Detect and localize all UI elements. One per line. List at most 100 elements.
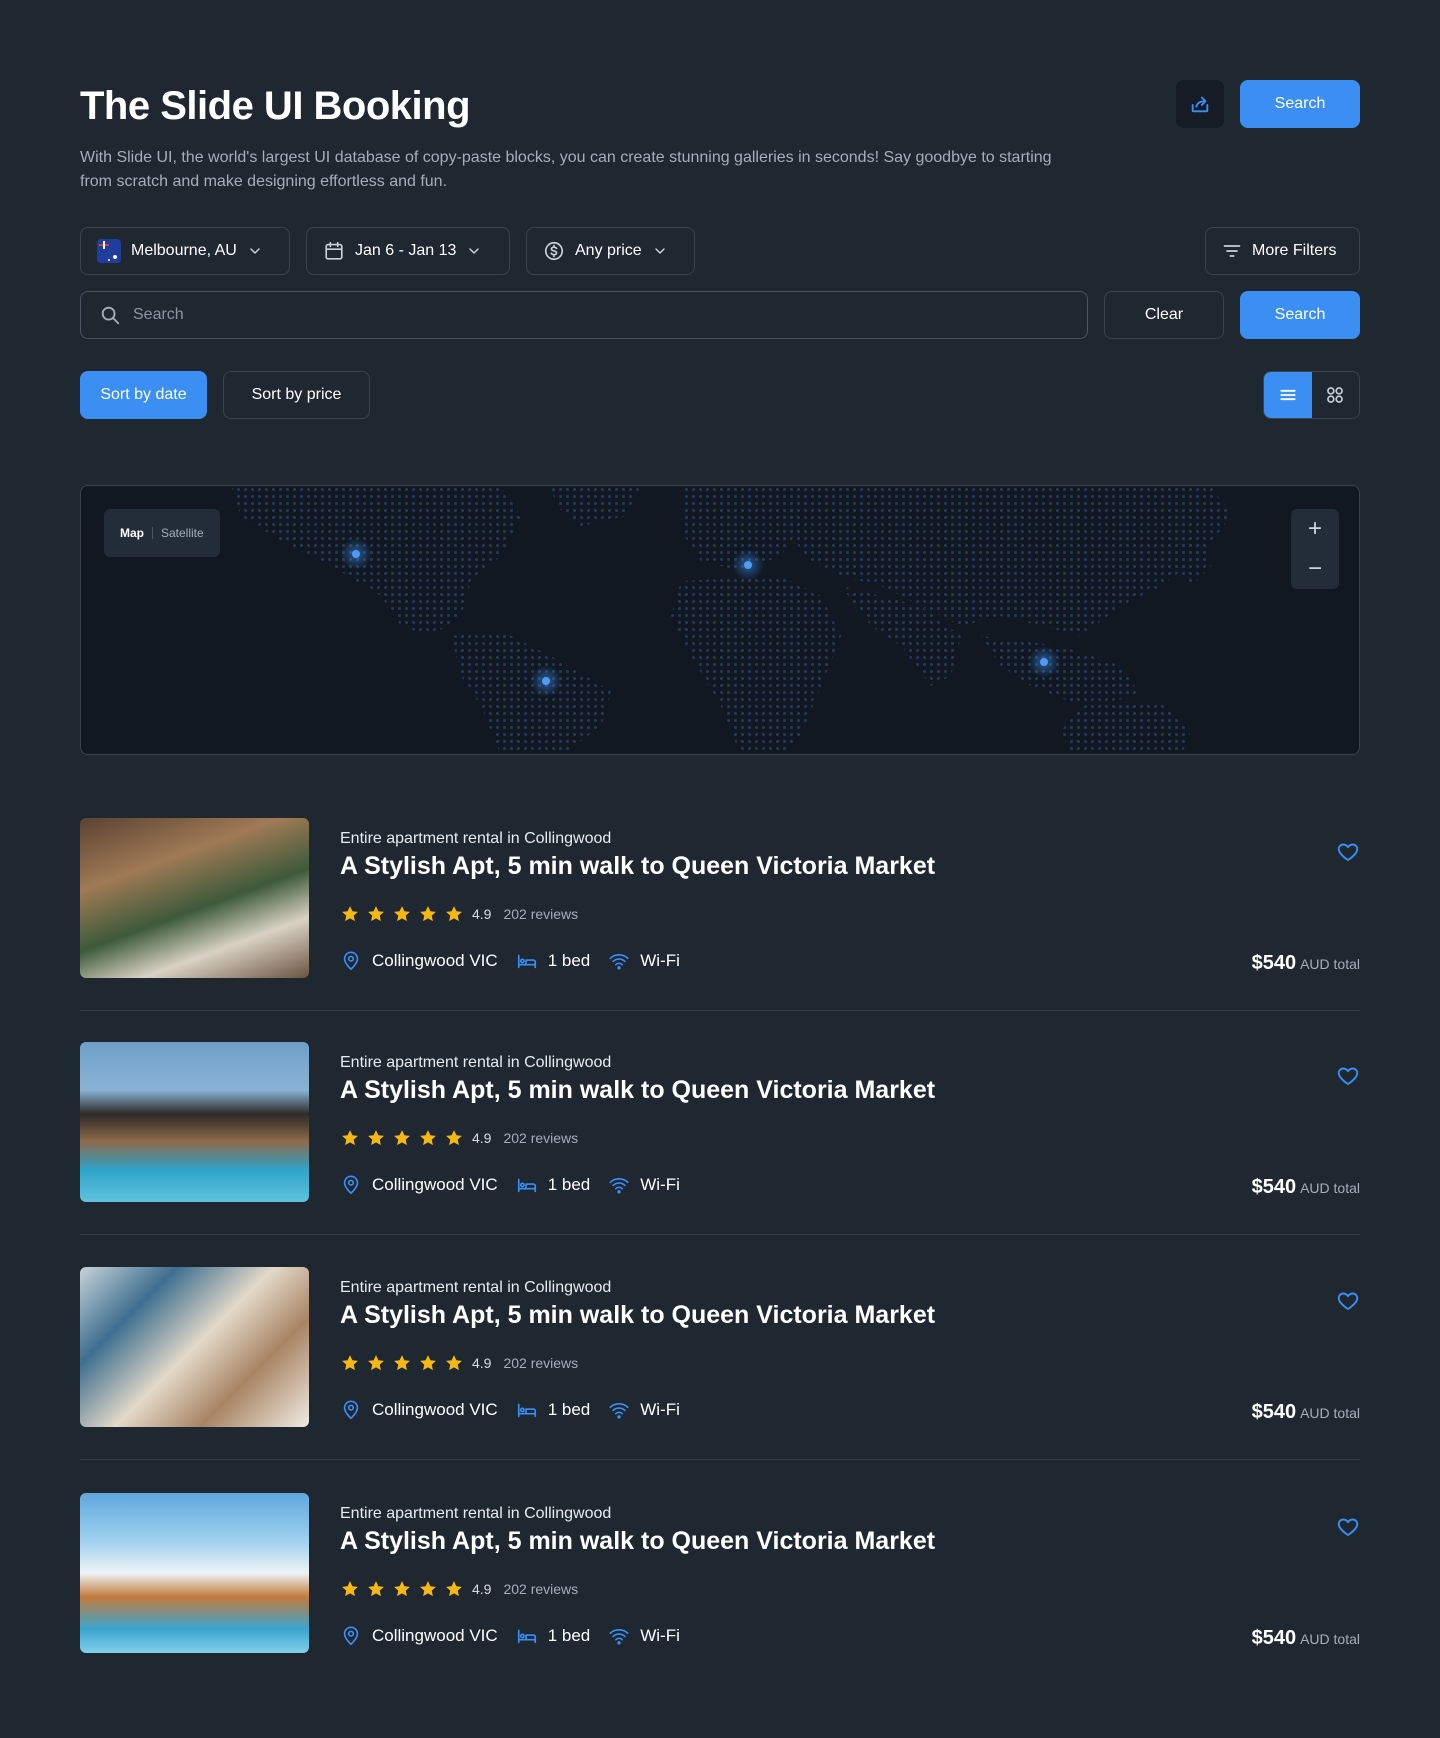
sort-by-date-button[interactable]: Sort by date <box>80 371 207 419</box>
world-dot-map <box>231 486 1231 754</box>
listing-card[interactable]: Entire apartment rental in Collingwood A… <box>80 1042 1360 1204</box>
chevron-down-icon <box>250 248 260 254</box>
grid-view-button[interactable] <box>1312 372 1360 418</box>
listing-amenities: Collingwood VIC 1 bed Wi-Fi <box>340 1399 698 1421</box>
star-icon <box>394 1130 410 1146</box>
listing-title[interactable]: A Stylish Apt, 5 min walk to Queen Victo… <box>340 852 935 881</box>
share-button[interactable] <box>1176 80 1224 128</box>
star-icon <box>394 1355 410 1371</box>
listing-photo[interactable] <box>80 818 309 978</box>
clear-button[interactable]: Clear <box>1104 291 1224 339</box>
price-suffix: AUD total <box>1300 956 1360 972</box>
listing-price: $540 AUD total <box>1252 952 1360 975</box>
star-icon <box>446 1130 462 1146</box>
review-count[interactable]: 202 reviews <box>503 906 578 922</box>
listing-location: Collingwood VIC <box>340 950 498 972</box>
map-type-map[interactable]: Map <box>120 526 144 540</box>
listing-location: Collingwood VIC <box>340 1174 498 1196</box>
date-filter[interactable]: Jan 6 - Jan 13 <box>306 227 510 275</box>
star-icon <box>394 906 410 922</box>
search-input[interactable] <box>133 306 1069 324</box>
listing-card[interactable]: Entire apartment rental in Collingwood A… <box>80 1493 1360 1655</box>
map-pin-icon <box>343 1400 359 1420</box>
listing-photo[interactable] <box>80 1267 309 1427</box>
list-view-button[interactable] <box>1264 372 1312 418</box>
page-subtitle: With Slide UI, the world's largest UI da… <box>80 149 1052 190</box>
listing-wifi: Wi-Fi <box>608 1174 680 1196</box>
zoom-controls: + − <box>1291 509 1339 589</box>
listing-card[interactable]: Entire apartment rental in Collingwood A… <box>80 1267 1360 1429</box>
listing-wifi: Wi-Fi <box>608 1625 680 1647</box>
listing-photo[interactable] <box>80 1493 309 1653</box>
listing-beds: 1 bed <box>516 950 590 972</box>
header-search-button[interactable]: Search <box>1240 80 1360 128</box>
price-suffix: AUD total <box>1300 1180 1360 1196</box>
listing-wifi: Wi-Fi <box>608 950 680 972</box>
filter-lines-icon <box>1223 245 1241 257</box>
heart-icon[interactable] <box>1336 840 1360 864</box>
rating-score: 4.9 <box>472 906 492 922</box>
star-icon <box>420 1355 436 1371</box>
zoom-in-button[interactable]: + <box>1291 509 1339 549</box>
zoom-out-button[interactable]: − <box>1291 549 1339 589</box>
listing-card[interactable]: Entire apartment rental in Collingwood A… <box>80 818 1360 980</box>
star-icon <box>368 1581 384 1597</box>
listing-divider <box>80 1234 1360 1235</box>
price-amount: $540 <box>1251 1627 1297 1649</box>
australia-flag-icon <box>97 239 121 263</box>
location-filter-label: Melbourne, AU <box>131 242 237 259</box>
search-icon <box>101 306 120 325</box>
listing-photo[interactable] <box>80 1042 309 1202</box>
price-suffix: AUD total <box>1300 1405 1360 1421</box>
dollar-circle-icon <box>544 241 564 261</box>
review-count[interactable]: 202 reviews <box>503 1130 578 1146</box>
location-label: Collingwood VIC <box>372 1400 498 1419</box>
map-view[interactable]: Map Satellite + − <box>80 485 1360 755</box>
star-rating <box>340 1579 464 1599</box>
price-suffix: AUD total <box>1300 1631 1360 1647</box>
page-title: The Slide UI Booking <box>80 84 471 128</box>
listing-amenities: Collingwood VIC 1 bed Wi-Fi <box>340 950 698 972</box>
listing-wifi: Wi-Fi <box>608 1399 680 1421</box>
map-pin-icon <box>343 951 359 971</box>
listing-rating: 4.9 202 reviews <box>340 904 578 924</box>
listing-location: Collingwood VIC <box>340 1625 498 1647</box>
listing-beds: 1 bed <box>516 1625 590 1647</box>
listing-rating: 4.9 202 reviews <box>340 1579 578 1599</box>
star-icon <box>420 906 436 922</box>
star-rating <box>340 1353 464 1373</box>
search-field[interactable] <box>80 291 1088 339</box>
date-filter-label: Jan 6 - Jan 13 <box>355 242 457 259</box>
listing-location: Collingwood VIC <box>340 1399 498 1421</box>
location-filter[interactable]: Melbourne, AU <box>80 227 290 275</box>
star-rating <box>340 1128 464 1148</box>
star-icon <box>420 1581 436 1597</box>
calendar-icon <box>325 241 343 260</box>
listing-title[interactable]: A Stylish Apt, 5 min walk to Queen Victo… <box>340 1527 935 1556</box>
chevron-down-icon <box>469 248 480 254</box>
heart-icon[interactable] <box>1336 1515 1360 1539</box>
bed-icon <box>517 1403 536 1418</box>
search-button[interactable]: Search <box>1240 291 1360 339</box>
chevron-down-icon <box>654 248 665 254</box>
heart-icon[interactable] <box>1336 1289 1360 1313</box>
map-type-divider <box>152 527 153 539</box>
map-type-satellite[interactable]: Satellite <box>161 526 204 540</box>
star-icon <box>342 1355 358 1371</box>
review-count[interactable]: 202 reviews <box>503 1581 578 1597</box>
star-icon <box>420 1130 436 1146</box>
listing-kind: Entire apartment rental in Collingwood <box>340 1505 612 1522</box>
listing-title[interactable]: A Stylish Apt, 5 min walk to Queen Victo… <box>340 1076 935 1105</box>
listing-price: $540 AUD total <box>1252 1401 1360 1424</box>
price-filter[interactable]: Any price <box>526 227 695 275</box>
listing-title[interactable]: A Stylish Apt, 5 min walk to Queen Victo… <box>340 1301 935 1330</box>
listing-rating: 4.9 202 reviews <box>340 1128 578 1148</box>
more-filters-button[interactable]: More Filters <box>1205 227 1360 275</box>
star-icon <box>342 906 358 922</box>
share-icon <box>1191 96 1209 113</box>
review-count[interactable]: 202 reviews <box>503 1355 578 1371</box>
location-label: Collingwood VIC <box>372 951 498 970</box>
star-rating <box>340 904 464 924</box>
heart-icon[interactable] <box>1336 1064 1360 1088</box>
sort-by-price-button[interactable]: Sort by price <box>223 371 370 419</box>
